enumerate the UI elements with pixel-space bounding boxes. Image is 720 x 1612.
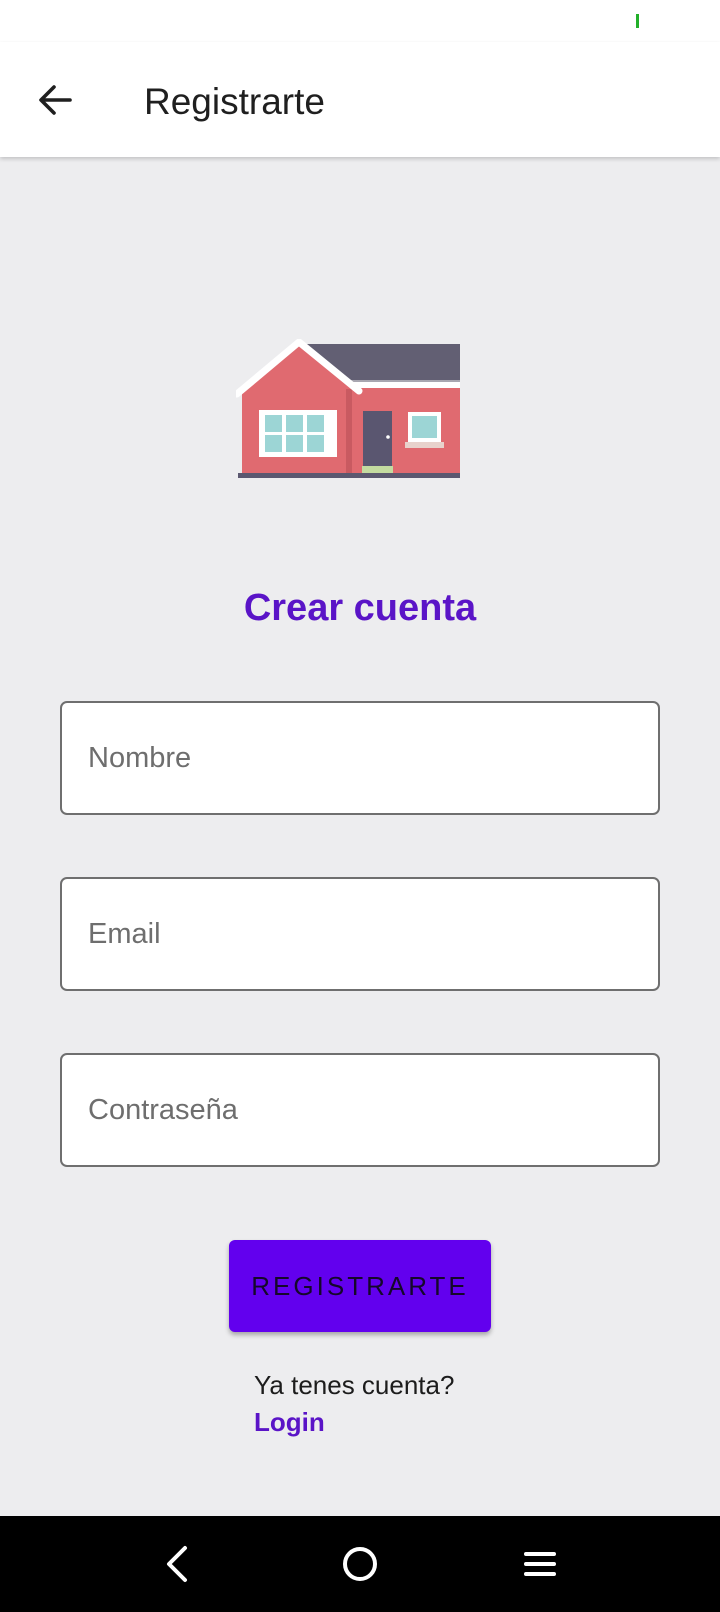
name-field[interactable]: [60, 701, 660, 815]
app-bar: Registrarte: [0, 42, 720, 157]
register-content: Crear cuenta REGISTRARTE Ya tenes cuenta…: [0, 157, 720, 1516]
nav-menu-button[interactable]: [516, 1540, 564, 1588]
register-button[interactable]: REGISTRARTE: [229, 1240, 491, 1332]
email-field[interactable]: [60, 877, 660, 991]
status-bar: [0, 0, 720, 42]
house-illustration: [236, 339, 460, 478]
page-title: Registrarte: [144, 81, 325, 122]
back-button[interactable]: [26, 70, 86, 130]
nav-menu-icon: [524, 1552, 556, 1576]
nav-back-icon: [167, 1546, 187, 1582]
create-account-heading: Crear cuenta: [243, 587, 477, 629]
arrow-back-icon: [39, 85, 72, 115]
nav-home-icon: [343, 1547, 377, 1581]
status-indicator: [636, 14, 639, 28]
password-input[interactable]: [62, 1055, 658, 1165]
password-field[interactable]: [60, 1053, 660, 1167]
nav-back-button[interactable]: [155, 1540, 203, 1588]
email-input[interactable]: [62, 879, 658, 989]
system-nav-bar: [0, 1516, 720, 1612]
login-link[interactable]: Login: [254, 1407, 325, 1438]
has-account-text: Ya tenes cuenta?: [254, 1370, 455, 1400]
nav-home-button[interactable]: [336, 1540, 384, 1588]
name-input[interactable]: [62, 703, 658, 813]
